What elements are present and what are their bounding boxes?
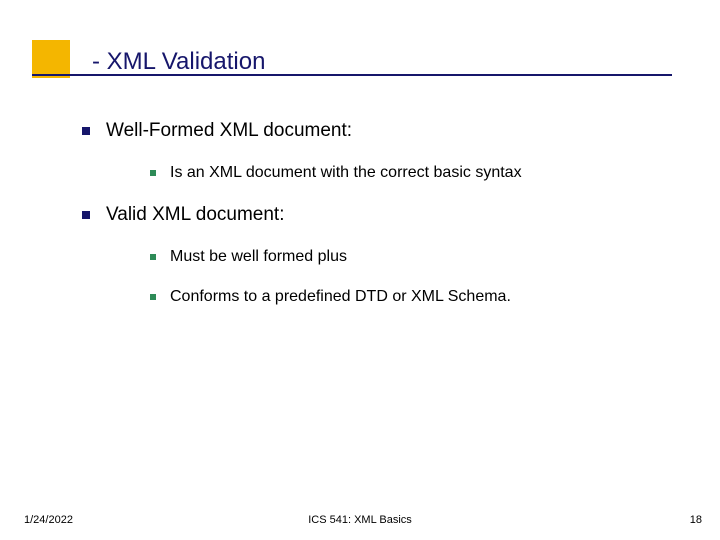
slide: - XML Validation Well-Formed XML documen…: [0, 0, 720, 540]
bullet-text: Conforms to a predefined DTD or XML Sche…: [170, 288, 511, 305]
bullet-level2: Conforms to a predefined DTD or XML Sche…: [150, 288, 682, 306]
bullet-level1: Well-Formed XML document: Is an XML docu…: [82, 120, 682, 182]
footer-title: ICS 541: XML Basics: [0, 514, 720, 526]
content-area: Well-Formed XML document: Is an XML docu…: [82, 120, 682, 328]
square-bullet-icon: [82, 211, 90, 219]
bullet-text: Well-Formed XML document:: [106, 120, 352, 141]
footer-page-number: 18: [690, 514, 702, 526]
square-bullet-icon: [82, 127, 90, 135]
bullet-level2: Must be well formed plus: [150, 248, 682, 266]
title-accent-square: [32, 40, 70, 78]
bullet-text: Is an XML document with the correct basi…: [170, 164, 522, 181]
square-bullet-icon: [150, 294, 156, 300]
square-bullet-icon: [150, 254, 156, 260]
slide-title: - XML Validation: [92, 48, 265, 76]
bullet-text: Valid XML document:: [106, 204, 284, 225]
bullet-text: Must be well formed plus: [170, 248, 347, 265]
square-bullet-icon: [150, 170, 156, 176]
bullet-level2: Is an XML document with the correct basi…: [150, 164, 682, 182]
bullet-level1: Valid XML document: Must be well formed …: [82, 204, 682, 306]
